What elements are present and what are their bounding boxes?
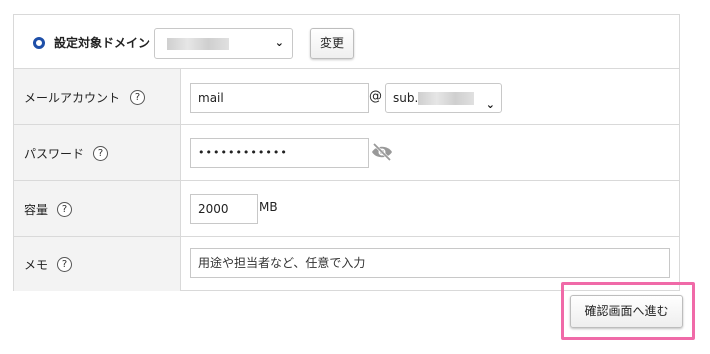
capacity-unit: MB [259, 200, 278, 214]
eye-slash-icon[interactable] [371, 142, 393, 162]
memo-input[interactable]: 用途や担当者など、任意で入力 [190, 248, 670, 278]
confirm-button[interactable]: 確認画面へ進む [570, 295, 683, 328]
label-cell: メモ ? [14, 237, 181, 291]
help-icon[interactable]: ? [130, 90, 145, 105]
radio-selected-icon[interactable] [33, 37, 45, 49]
redacted-domain-value [418, 92, 474, 105]
mail-domain-prefix: sub. [393, 91, 419, 105]
mail-account-label: メールアカウント [24, 91, 121, 105]
at-sign: @ [369, 89, 382, 104]
label-cell: パスワード ? [14, 125, 181, 180]
help-icon[interactable]: ? [57, 257, 72, 272]
mail-account-row: メールアカウント ? mail @ sub. ⌄ [14, 69, 679, 125]
memo-label: メモ [24, 258, 49, 272]
help-icon[interactable]: ? [93, 146, 108, 161]
capacity-input[interactable]: 2000 [190, 194, 258, 224]
password-row: パスワード ? •••••••••••• [14, 125, 679, 181]
chevron-down-icon: ⌄ [274, 36, 284, 49]
help-icon[interactable]: ? [57, 202, 72, 217]
label-cell: メールアカウント ? [14, 69, 181, 124]
change-domain-button[interactable]: 変更 [310, 28, 354, 59]
label-cell: 容量 ? [14, 181, 181, 236]
domain-select[interactable]: ⌄ [154, 28, 293, 59]
capacity-row: 容量 ? 2000 MB [14, 181, 679, 237]
chevron-down-icon: ⌄ [485, 98, 495, 111]
mail-account-input[interactable]: mail [190, 83, 369, 113]
mail-domain-select[interactable]: sub. ⌄ [385, 83, 502, 113]
domain-label: 設定対象ドメイン [54, 36, 151, 50]
mail-account-form: 設定対象ドメイン ⌄ 変更 メールアカウント ? mail @ sub. ⌄ パ… [13, 14, 680, 291]
domain-row: 設定対象ドメイン ⌄ 変更 [14, 15, 679, 69]
redacted-domain-value [167, 38, 229, 50]
password-label: パスワード [24, 147, 85, 161]
password-input[interactable]: •••••••••••• [190, 138, 369, 168]
capacity-label: 容量 [24, 203, 49, 217]
